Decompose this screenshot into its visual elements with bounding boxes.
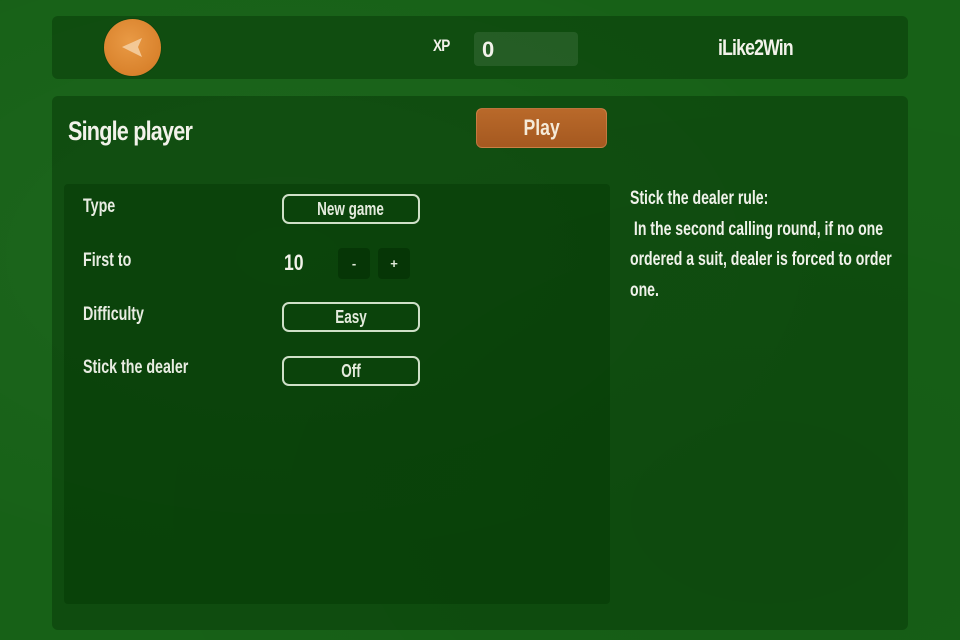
decrement-button[interactable]: -	[338, 248, 370, 279]
main-panel: Single player Play Type New game First t…	[52, 96, 908, 630]
rule-body: In the second calling round, if no one o…	[630, 218, 896, 301]
back-button[interactable]	[104, 19, 161, 76]
rule-title: Stick the dealer rule:	[630, 188, 769, 209]
increment-button[interactable]: +	[378, 248, 410, 279]
stick-the-dealer-value: Off	[341, 360, 361, 381]
type-value: New game	[317, 198, 385, 219]
xp-field: 0	[474, 32, 578, 66]
play-button[interactable]: Play	[476, 108, 607, 148]
xp-label: XP	[433, 36, 450, 55]
play-label: Play	[523, 115, 560, 140]
page-title: Single player	[68, 116, 193, 146]
back-arrow-icon	[122, 38, 142, 57]
username: iLike2Win	[718, 35, 794, 60]
stick-the-dealer-toggle-button[interactable]: Off	[282, 356, 420, 386]
difficulty-selector-button[interactable]: Easy	[282, 302, 420, 332]
options-panel: Type New game First to 10 - + Difficulty…	[64, 184, 610, 604]
stick-the-dealer-label: Stick the dealer	[83, 357, 189, 378]
difficulty-value: Easy	[335, 306, 367, 327]
rule-description: Stick the dealer rule: In the second cal…	[630, 184, 900, 306]
first-to-value: 10	[284, 250, 304, 275]
top-bar: XP 0 iLike2Win	[52, 16, 908, 79]
type-selector-button[interactable]: New game	[282, 194, 420, 224]
first-to-label: First to	[83, 250, 132, 271]
xp-value: 0	[482, 37, 495, 62]
type-label: Type	[83, 196, 116, 217]
difficulty-label: Difficulty	[83, 304, 144, 325]
